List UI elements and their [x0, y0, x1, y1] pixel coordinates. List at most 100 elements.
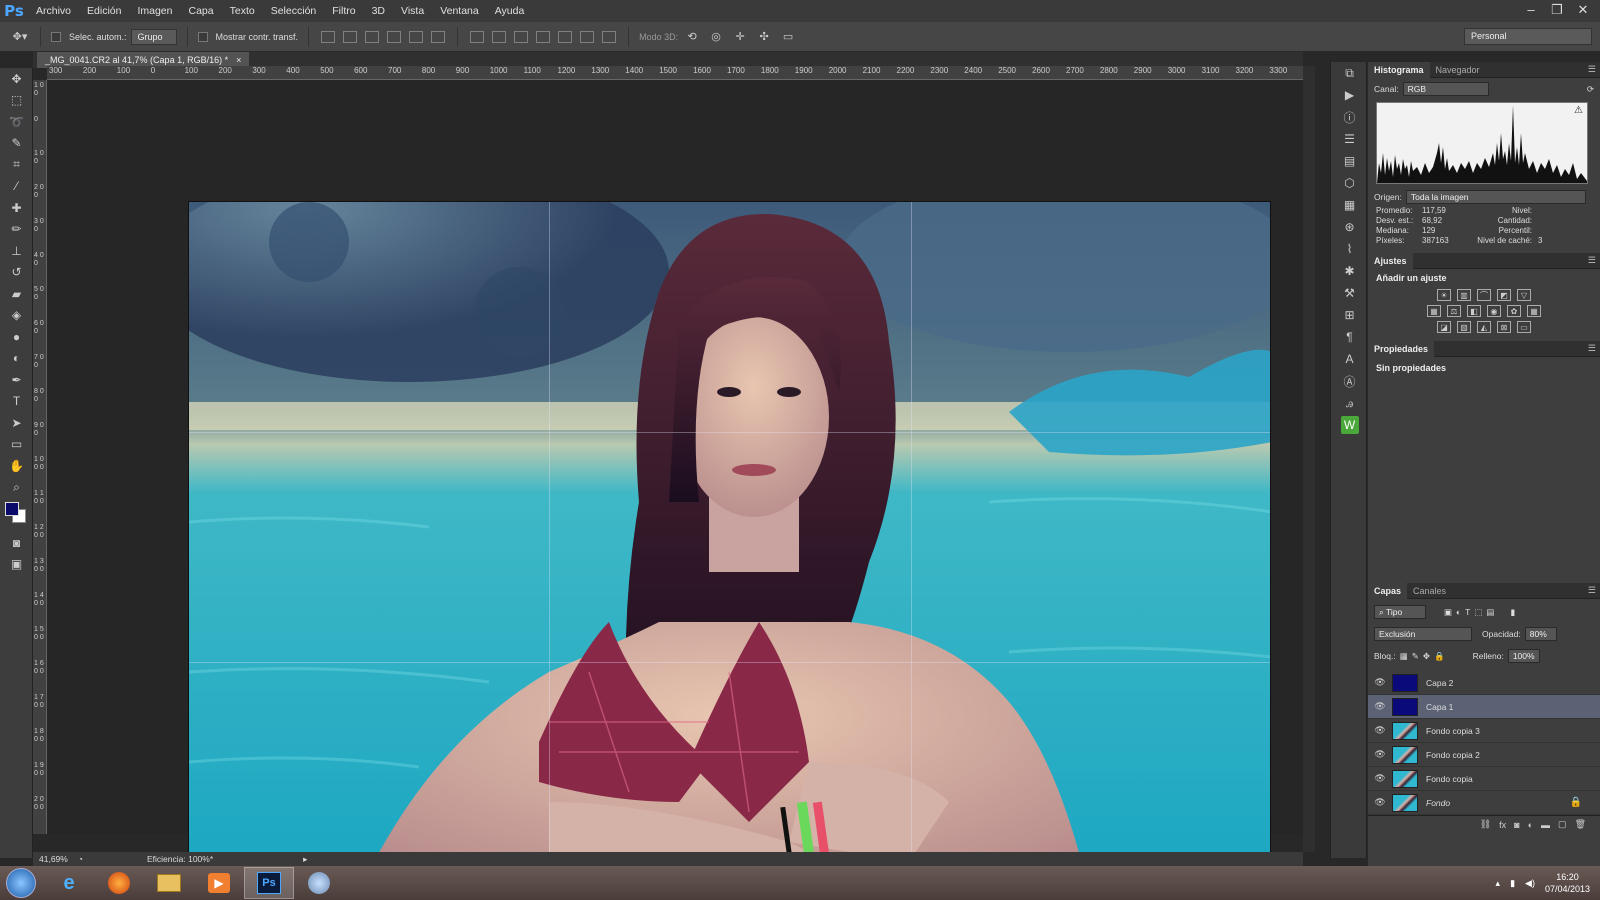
layer-row[interactable]: 👁 Fondo copia 3 [1368, 719, 1600, 743]
tool-presets-icon[interactable]: ⚒ [1331, 282, 1368, 304]
status-menu-icon[interactable]: ▸ [303, 854, 307, 865]
3d-panel-icon[interactable]: ⬡ [1331, 172, 1368, 194]
blend-mode-select[interactable]: Exclusión [1374, 627, 1472, 641]
menu-ayuda[interactable]: Ayuda [487, 0, 533, 22]
tab-propiedades[interactable]: Propiedades [1368, 340, 1435, 357]
channel-select[interactable]: RGB [1402, 82, 1489, 96]
pan-3d-icon[interactable]: ✛ [730, 27, 750, 47]
tab-capas[interactable]: Capas [1368, 582, 1408, 599]
menu-vista[interactable]: Vista [393, 0, 432, 22]
eraser-tool-icon[interactable]: ▰ [0, 283, 33, 305]
layer-row[interactable]: 👁 Capa 2 [1368, 671, 1600, 695]
timeline-panel-icon[interactable]: ▦ [1331, 194, 1368, 216]
align-hcenter-icon[interactable] [409, 30, 424, 43]
visibility-eye-icon[interactable]: 👁 [1368, 701, 1392, 712]
history-panel-icon[interactable]: ⧉ [1331, 62, 1368, 84]
align-bottom-icon[interactable] [365, 30, 380, 43]
history-brush-tool-icon[interactable]: ↺ [0, 262, 33, 284]
layer-name[interactable]: Fondo copia [1426, 774, 1473, 784]
color-balance-icon[interactable]: ⚖ [1447, 305, 1461, 317]
tab-ajustes[interactable]: Ajustes [1368, 252, 1413, 269]
clipping-warning-icon[interactable]: ⚠ [1574, 105, 1583, 116]
visibility-eye-icon[interactable]: 👁 [1368, 749, 1392, 760]
brightness-contrast-icon[interactable]: ☀ [1437, 289, 1451, 301]
align-top-icon[interactable] [321, 30, 336, 43]
fill-input[interactable]: 100% [1507, 649, 1540, 663]
clock[interactable]: 16:20 07/04/2013 [1545, 871, 1590, 895]
new-adjustment-icon[interactable]: ◐ [1528, 820, 1533, 830]
layer-name[interactable]: Fondo copia 2 [1426, 750, 1480, 760]
zoom-tool-icon[interactable]: ⌕ [0, 477, 33, 499]
channel-mixer-icon[interactable]: ✿ [1507, 305, 1521, 317]
brush-tool-icon[interactable]: ✏ [0, 219, 33, 241]
distribute-right-icon[interactable] [580, 30, 595, 43]
visibility-eye-icon[interactable]: 👁 [1368, 677, 1392, 688]
screen-mode-icon[interactable]: ▣ [0, 554, 33, 576]
filter-smart-icon[interactable]: ▤ [1486, 607, 1494, 618]
brush-presets-icon[interactable]: ✱ [1331, 260, 1368, 282]
menu-edicion[interactable]: Edición [79, 0, 129, 22]
add-mask-icon[interactable]: ◙ [1514, 820, 1519, 830]
roll-3d-icon[interactable]: ◎ [706, 27, 726, 47]
character-styles-icon[interactable]: Ⓐ [1331, 370, 1368, 392]
layer-filter-select[interactable]: ⌕ Tipo [1374, 605, 1426, 619]
eyedropper-tool-icon[interactable]: ⁄ [0, 176, 33, 198]
paint-bucket-tool-icon[interactable]: ◈ [0, 305, 33, 327]
panel-menu-icon[interactable]: ☰ [1588, 585, 1596, 596]
lock-all-icon[interactable]: 🔒 [1434, 651, 1445, 662]
menu-capa[interactable]: Capa [181, 0, 222, 22]
canvas-area[interactable] [47, 80, 1303, 893]
levels-icon[interactable]: ▥ [1457, 289, 1471, 301]
panel-menu-icon[interactable]: ☰ [1588, 255, 1596, 266]
color-lookup-icon[interactable]: ▦ [1527, 305, 1541, 317]
explorer-icon[interactable] [144, 867, 194, 899]
panel-menu-icon[interactable]: ☰ [1588, 343, 1596, 354]
menu-imagen[interactable]: Imagen [129, 0, 180, 22]
layer-row[interactable]: 👁 Fondo copia [1368, 767, 1600, 791]
origin-select[interactable]: Toda la imagen [1405, 190, 1586, 204]
volume-icon[interactable]: ◀) [1525, 878, 1535, 889]
hue-saturation-icon[interactable]: ▦ [1427, 305, 1441, 317]
visibility-eye-icon[interactable]: 👁 [1368, 797, 1392, 808]
visibility-eye-icon[interactable]: 👁 [1368, 773, 1392, 784]
layer-name[interactable]: Fondo [1426, 798, 1450, 808]
pen-tool-icon[interactable]: ✒ [0, 369, 33, 391]
exposure-icon[interactable]: ◩ [1497, 289, 1511, 301]
filter-pixel-icon[interactable]: ▣ [1444, 607, 1452, 618]
ie-icon[interactable]: e [44, 867, 94, 899]
filter-adjust-icon[interactable]: ◐ [1456, 607, 1461, 617]
layer-row[interactable]: 👁 Capa 1 [1368, 695, 1600, 719]
photoshop-taskbar-icon[interactable]: Ps [244, 867, 294, 899]
minimize-icon[interactable]: – [1518, 0, 1544, 22]
path-select-tool-icon[interactable]: ➤ [0, 412, 33, 434]
canvas-scrollbar[interactable] [1303, 66, 1315, 852]
group-select[interactable]: Grupo [130, 28, 177, 45]
media-player-icon[interactable]: ▶ [194, 867, 244, 899]
show-transform-checkbox[interactable] [197, 31, 208, 42]
layer-style-icon[interactable]: fx [1499, 820, 1506, 830]
distribute-bottom-icon[interactable] [514, 30, 529, 43]
kuler-panel-icon[interactable]: ⊛ [1331, 216, 1368, 238]
vibrance-icon[interactable]: ▽ [1517, 289, 1531, 301]
link-layers-icon[interactable]: ⛓ [1480, 819, 1491, 830]
foreground-color[interactable] [5, 502, 19, 516]
firefox-icon[interactable] [94, 867, 144, 899]
actions-panel-icon[interactable]: ▶ [1331, 84, 1368, 106]
filter-type-icon[interactable]: T [1465, 607, 1470, 617]
hand-tool-icon[interactable]: ✋ [0, 455, 33, 477]
close-icon[interactable]: ✕ [1570, 0, 1596, 22]
threshold-icon[interactable]: ◭ [1477, 321, 1491, 333]
network-icon[interactable]: ▮ [1510, 878, 1515, 889]
blur-tool-icon[interactable]: ● [0, 326, 33, 348]
crop-tool-icon[interactable]: ⌗ [0, 154, 33, 176]
zoom-level[interactable]: 41,69% [39, 854, 68, 864]
tab-navegador[interactable]: Navegador [1430, 62, 1486, 78]
auto-select-checkbox[interactable] [51, 31, 61, 42]
quick-mask-icon[interactable]: ◙ [0, 532, 33, 554]
menu-archivo[interactable]: Archivo [28, 0, 79, 22]
align-vcenter-icon[interactable] [343, 30, 358, 43]
marquee-tool-icon[interactable]: ⬚ [0, 90, 33, 112]
menu-filtro[interactable]: Filtro [324, 0, 363, 22]
menu-texto[interactable]: Texto [222, 0, 263, 22]
restore-icon[interactable]: ❐ [1544, 0, 1570, 22]
